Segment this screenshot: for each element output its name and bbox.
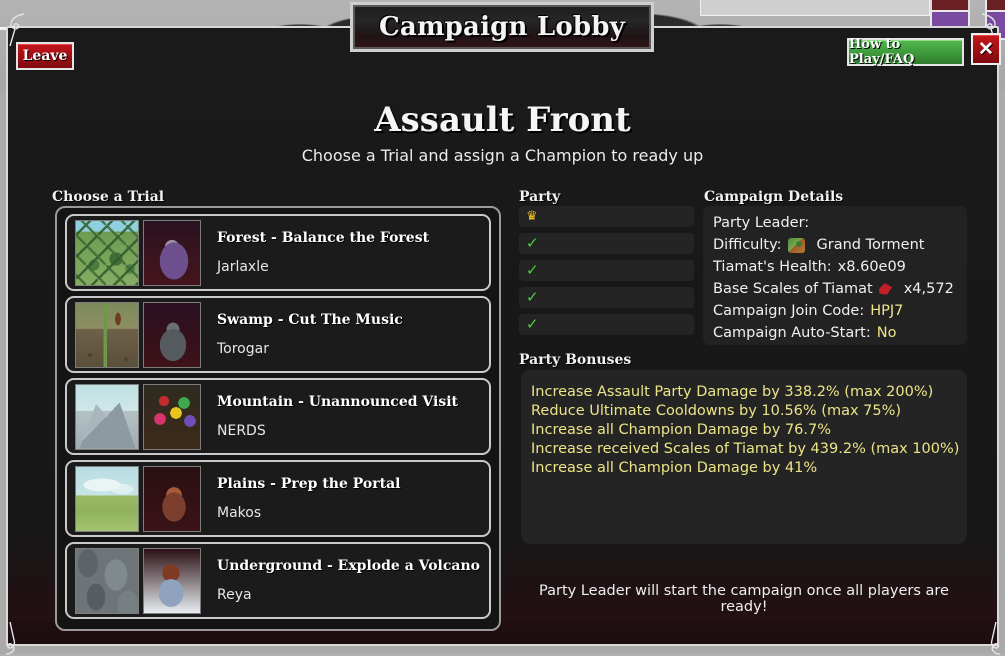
trial-text: Underground - Explode a Volcano Reya bbox=[217, 558, 489, 602]
detail-label: Party Leader: bbox=[713, 215, 809, 231]
page-title: Assault Front bbox=[8, 100, 997, 140]
dialog-title-text: Campaign Lobby bbox=[379, 12, 625, 42]
underground-thumbnail bbox=[75, 548, 139, 614]
detail-row: Party Leader: bbox=[713, 212, 967, 234]
party-slot[interactable]: ✓ bbox=[519, 260, 694, 281]
scale-icon bbox=[878, 283, 893, 296]
trials-section-label: Choose a Trial bbox=[52, 189, 164, 205]
detail-value: HPJ7 bbox=[870, 303, 903, 319]
trial-name: Swamp - Cut The Music bbox=[217, 312, 481, 328]
swamp-thumbnail bbox=[75, 302, 139, 368]
crown-icon: ♛ bbox=[526, 210, 538, 223]
party-slot[interactable]: ♛ bbox=[519, 206, 694, 227]
trial-text: Swamp - Cut The Music Torogar bbox=[217, 312, 489, 356]
trial-name: Underground - Explode a Volcano bbox=[217, 558, 481, 574]
trial-card-jarlaxle[interactable]: Forest - Balance the Forest Jarlaxle bbox=[65, 214, 491, 291]
close-icon[interactable]: ✕ bbox=[971, 33, 1001, 65]
check-icon: ✓ bbox=[526, 263, 539, 278]
nerds-portrait bbox=[143, 384, 201, 450]
dialog-title-plaque: Campaign Lobby bbox=[350, 2, 654, 52]
trial-champion-name: Jarlaxle bbox=[217, 259, 481, 275]
bonuses-section-label: Party Bonuses bbox=[519, 352, 631, 368]
trial-text: Mountain - Unannounced Visit NERDS bbox=[217, 394, 489, 438]
detail-label: Campaign Join Code: bbox=[713, 303, 864, 319]
campaign-details-panel: Party Leader: Difficulty: Grand Torment Tia… bbox=[703, 206, 967, 345]
party-section-label: Party bbox=[519, 189, 560, 205]
detail-label: Campaign Auto-Start: bbox=[713, 325, 871, 341]
trial-list: Forest - Balance the Forest Jarlaxle Swamp… bbox=[55, 206, 501, 631]
detail-value: Grand Torment bbox=[817, 237, 925, 253]
trial-champion-name: Reya bbox=[217, 587, 481, 603]
background-progress-bar bbox=[700, 0, 930, 16]
mountain-thumbnail bbox=[75, 384, 139, 450]
details-section-label: Campaign Details bbox=[704, 189, 843, 205]
plains-thumbnail bbox=[75, 466, 139, 532]
how-to-play-faq-button[interactable]: How to Play/FAQ bbox=[847, 38, 964, 66]
jarlaxle-portrait bbox=[143, 220, 201, 286]
party-bonus-line: Increase Assault Party Damage by 338.2% … bbox=[531, 383, 967, 402]
trial-card-nerds[interactable]: Mountain - Unannounced Visit NERDS bbox=[65, 378, 491, 455]
detail-row: Tiamat's Health: x8.60e09 bbox=[713, 256, 967, 278]
torogar-portrait bbox=[143, 302, 201, 368]
reya-portrait bbox=[143, 548, 201, 614]
trial-name: Mountain - Unannounced Visit bbox=[217, 394, 481, 410]
party-slot-list: ♛ ✓ ✓ ✓ ✓ bbox=[519, 206, 694, 341]
leave-button[interactable]: Leave bbox=[16, 42, 74, 70]
detail-row: Difficulty: Grand Torment bbox=[713, 234, 967, 256]
dragon-icon bbox=[788, 238, 805, 253]
party-bonus-line: Increase all Champion Damage by 76.7% bbox=[531, 421, 967, 440]
party-slot[interactable]: ✓ bbox=[519, 233, 694, 254]
trial-champion-name: NERDS bbox=[217, 423, 481, 439]
trial-name: Plains - Prep the Portal bbox=[217, 476, 481, 492]
detail-value: No bbox=[877, 325, 897, 341]
detail-row: Campaign Join Code: HPJ7 bbox=[713, 300, 967, 322]
trial-card-makos[interactable]: Plains - Prep the Portal Makos bbox=[65, 460, 491, 537]
party-slot[interactable]: ✓ bbox=[519, 287, 694, 308]
check-icon: ✓ bbox=[526, 236, 539, 251]
trial-champion-name: Torogar bbox=[217, 341, 481, 357]
trial-card-torogar[interactable]: Swamp - Cut The Music Torogar bbox=[65, 296, 491, 373]
detail-label: Base Scales of Tiamat bbox=[713, 281, 873, 297]
trial-card-reya[interactable]: Underground - Explode a Volcano Reya bbox=[65, 542, 491, 619]
party-bonus-line: Increase received Scales of Tiamat by 43… bbox=[531, 440, 967, 459]
detail-value: x8.60e09 bbox=[838, 259, 906, 275]
party-bonus-line: Reduce Ultimate Cooldowns by 10.56% (max… bbox=[531, 402, 967, 421]
party-slot[interactable]: ✓ bbox=[519, 314, 694, 335]
page-subtitle: Choose a Trial and assign a Champion to … bbox=[8, 146, 997, 165]
check-icon: ✓ bbox=[526, 290, 539, 305]
trial-champion-name: Makos bbox=[217, 505, 481, 521]
check-icon: ✓ bbox=[526, 317, 539, 332]
trial-text: Plains - Prep the Portal Makos bbox=[217, 476, 489, 520]
detail-row: Base Scales of Tiamat x4,572 bbox=[713, 278, 967, 300]
lobby-status-note: Party Leader will start the campaign onc… bbox=[521, 583, 967, 615]
detail-row: Campaign Auto-Start: No bbox=[713, 322, 967, 344]
trial-name: Forest - Balance the Forest bbox=[217, 230, 481, 246]
forest-thumbnail bbox=[75, 220, 139, 286]
detail-label: Tiamat's Health: bbox=[713, 259, 832, 275]
party-bonus-line: Increase all Champion Damage by 41% bbox=[531, 459, 967, 478]
party-bonuses-panel: Increase Assault Party Damage by 338.2% … bbox=[521, 370, 967, 544]
makos-portrait bbox=[143, 466, 201, 532]
campaign-lobby-dialog: Assault Front Choose a Trial and assign … bbox=[6, 26, 999, 646]
trial-text: Forest - Balance the Forest Jarlaxle bbox=[217, 230, 489, 274]
detail-value: x4,572 bbox=[904, 281, 954, 297]
detail-label: Difficulty: bbox=[713, 237, 782, 253]
